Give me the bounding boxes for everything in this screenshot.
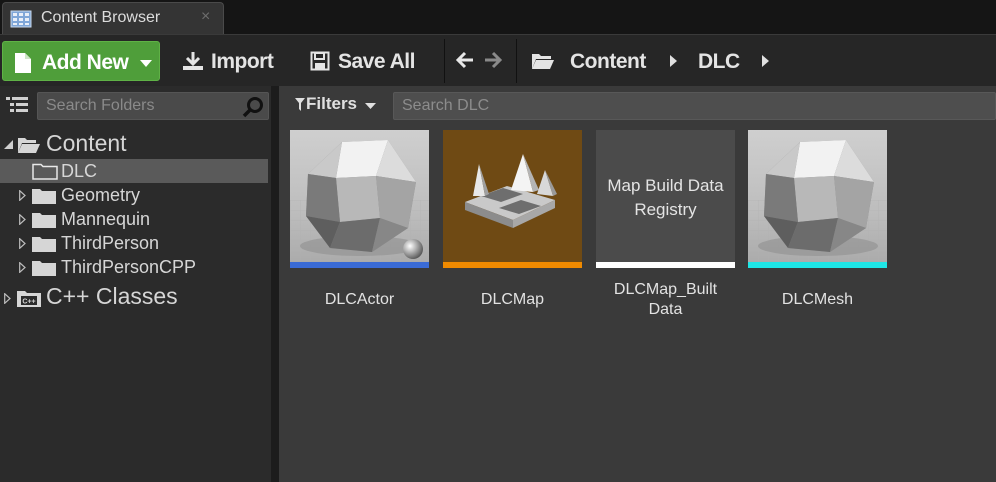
map-icon: [465, 154, 557, 228]
tab-content-browser[interactable]: Content Browser ×: [2, 2, 224, 34]
content-browser-icon: [10, 10, 32, 28]
breadcrumb-separator-icon[interactable]: [670, 55, 677, 67]
expanded-arrow-icon[interactable]: [4, 140, 13, 149]
filters-label: Filters: [306, 94, 358, 113]
svg-text:C++: C++: [22, 299, 35, 306]
forward-arrow-icon[interactable]: [483, 50, 503, 70]
tree-item-mannequin[interactable]: Mannequin: [0, 207, 268, 231]
collapsed-arrow-icon[interactable]: [19, 262, 26, 273]
folder-icon: [32, 189, 56, 204]
thumbnail-text: Map Build Data Registry: [596, 174, 735, 222]
search-icon: [242, 97, 263, 118]
tree-item-label: Mannequin: [61, 209, 151, 229]
asset-type-bar: [748, 262, 887, 268]
tree-item-label: ThirdPerson: [61, 233, 160, 253]
asset-type-bar: [290, 262, 429, 268]
folder-icon: [32, 213, 56, 228]
filter-icon: [295, 98, 305, 111]
tab-strip: Content Browser ×: [0, 0, 996, 34]
add-new-label: Add New: [42, 51, 129, 74]
search-dlc-input[interactable]: Search DLC: [393, 92, 996, 120]
tree-view-icon[interactable]: [6, 96, 28, 114]
tree-item-content[interactable]: Content: [0, 130, 268, 156]
filters-button[interactable]: Filters: [287, 90, 383, 120]
import-button[interactable]: Import: [176, 41, 286, 81]
asset-thumbnail[interactable]: [443, 130, 582, 268]
open-folder-icon[interactable]: [531, 52, 555, 70]
panel-splitter[interactable]: [271, 86, 279, 482]
tab-title: Content Browser: [41, 9, 161, 26]
asset-name: DLCMap_Built Data: [596, 280, 735, 320]
thumbnail-text-line: Map Build Data: [607, 176, 724, 195]
save-all-button[interactable]: Save All: [304, 41, 434, 81]
breadcrumb-content[interactable]: Content: [570, 50, 646, 74]
import-icon: [183, 52, 203, 70]
chevron-down-icon: [365, 103, 376, 109]
tree-item-cpp-classes[interactable]: C++ C++ Classes: [0, 283, 268, 313]
tree-item-label: DLC: [61, 161, 98, 181]
asset-name: DLCMap: [480, 291, 545, 308]
save-all-label: Save All: [338, 50, 415, 73]
asset-tile-dlcactor[interactable]: DLCActor: [290, 130, 429, 308]
cpp-folder-icon: C++: [17, 291, 41, 307]
tree-item-dlc[interactable]: DLC: [0, 159, 268, 183]
folder-tree-panel: Search Folders Content DLC Geometry Mann…: [0, 86, 271, 482]
search-dlc-placeholder: Search DLC: [402, 97, 490, 114]
tree-item-label: Content: [46, 130, 127, 156]
asset-tile-dlcmap-builtdata[interactable]: Map Build Data Registry DLCMap_Built Dat…: [596, 130, 735, 318]
collapsed-arrow-icon[interactable]: [4, 293, 11, 304]
toolbar-divider: [516, 39, 517, 83]
asset-tile-dlcmap[interactable]: DLCMap: [443, 130, 582, 308]
asset-type-bar: [443, 262, 582, 268]
asset-type-bar: [596, 262, 735, 268]
tree-item-label: Geometry: [61, 185, 141, 205]
breadcrumb-dlc[interactable]: DLC: [698, 50, 740, 74]
asset-tile-dlcmesh[interactable]: DLCMesh: [748, 130, 887, 308]
folder-icon: [32, 237, 56, 252]
tree-item-thirdperson[interactable]: ThirdPerson: [0, 231, 268, 255]
search-folders-placeholder: Search Folders: [46, 97, 155, 114]
mesh-preview-icon: [748, 140, 887, 262]
collapsed-arrow-icon[interactable]: [19, 214, 26, 225]
back-arrow-icon[interactable]: [455, 50, 475, 70]
import-label: Import: [211, 50, 274, 73]
folder-outline-icon: [32, 163, 58, 180]
new-document-icon: [15, 53, 31, 73]
save-icon: [310, 51, 330, 71]
asset-view-panel: Filters Search DLC DLCActor DLCMap Map B…: [279, 86, 996, 482]
asset-name-line: Data: [648, 301, 683, 318]
toolbar-divider: [444, 39, 445, 83]
chevron-down-icon: [140, 60, 152, 67]
breadcrumb-separator-icon[interactable]: [762, 55, 769, 67]
tree-item-label: C++ Classes: [46, 283, 178, 309]
search-folders-input[interactable]: Search Folders: [37, 92, 269, 120]
actor-sphere-icon: [403, 239, 423, 259]
add-new-button[interactable]: Add New: [2, 41, 160, 81]
tree-item-label: ThirdPersonCPP: [61, 257, 197, 277]
collapsed-arrow-icon[interactable]: [19, 190, 26, 201]
toolbar: Add New Import Save All Content DLC: [0, 34, 996, 86]
tree-item-geometry[interactable]: Geometry: [0, 183, 268, 207]
asset-name-line: DLCMap_Built: [613, 281, 718, 298]
thumbnail-text-line: Registry: [634, 200, 697, 219]
asset-thumbnail[interactable]: [748, 130, 887, 268]
collapsed-arrow-icon[interactable]: [19, 238, 26, 249]
asset-name: DLCActor: [324, 291, 395, 308]
folder-icon: [32, 261, 56, 276]
tree-item-thirdpersoncpp[interactable]: ThirdPersonCPP: [0, 255, 268, 279]
asset-name: DLCMesh: [781, 291, 854, 308]
open-folder-icon: [18, 138, 40, 153]
asset-thumbnail[interactable]: [290, 130, 429, 268]
asset-thumbnail[interactable]: Map Build Data Registry: [596, 130, 735, 268]
close-icon[interactable]: ×: [201, 8, 210, 26]
